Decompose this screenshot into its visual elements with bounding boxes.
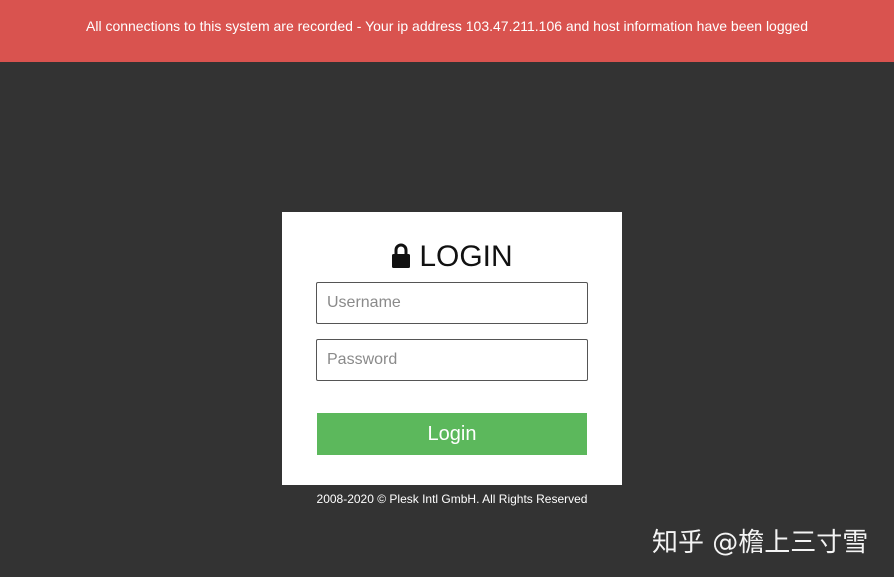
login-title: LOGIN xyxy=(282,242,622,272)
watermark-text: 知乎 @檐上三寸雪 xyxy=(652,528,869,558)
lock-icon xyxy=(391,243,411,269)
watermark: 知乎 @檐上三寸雪 xyxy=(652,522,868,559)
copyright-text: 2008-2020 © Plesk Intl GmbH. All Rights … xyxy=(316,492,588,506)
login-title-text: LOGIN xyxy=(419,240,513,273)
username-input[interactable] xyxy=(316,282,588,324)
security-warning-text: All connections to this system are recor… xyxy=(86,18,808,34)
copyright-footer: 2008-2020 © Plesk Intl GmbH. All Rights … xyxy=(282,492,622,506)
password-input[interactable] xyxy=(316,339,588,381)
security-warning-banner: All connections to this system are recor… xyxy=(0,0,894,62)
login-card: LOGIN Login xyxy=(282,212,622,485)
login-button[interactable]: Login xyxy=(317,413,587,455)
